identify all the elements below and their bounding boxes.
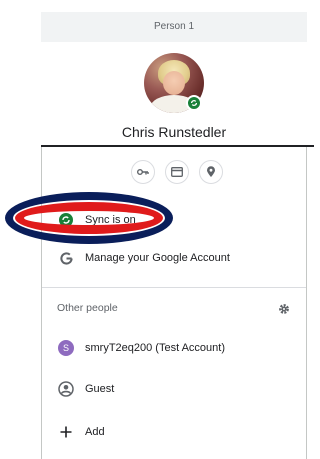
profile-menu: Sync is on Manage your Google Account Ot… bbox=[41, 147, 307, 459]
sync-label: Sync is on bbox=[85, 214, 136, 226]
guest-person-icon bbox=[57, 381, 75, 397]
manage-account-label: Manage your Google Account bbox=[85, 252, 230, 264]
gear-icon[interactable] bbox=[276, 301, 292, 317]
guest-label: Guest bbox=[85, 383, 115, 395]
account-avatar: S bbox=[57, 340, 75, 356]
sync-icon bbox=[57, 213, 75, 227]
sync-status-item[interactable]: Sync is on bbox=[42, 204, 306, 236]
add-person-item[interactable]: Add bbox=[42, 416, 306, 448]
key-icon[interactable] bbox=[131, 160, 155, 184]
account-item[interactable]: S smryT2eq200 (Test Account) bbox=[42, 332, 306, 364]
profile-header-label: Person 1 bbox=[41, 12, 307, 42]
avatar-face bbox=[163, 71, 185, 95]
location-pin-icon[interactable] bbox=[199, 160, 223, 184]
profile-name: Chris Runstedler bbox=[121, 124, 227, 140]
account-label: smryT2eq200 (Test Account) bbox=[85, 342, 226, 354]
account-initial: S bbox=[58, 340, 74, 356]
sync-badge-icon bbox=[186, 95, 202, 111]
credit-card-icon[interactable] bbox=[165, 160, 189, 184]
google-g-icon bbox=[57, 251, 75, 265]
plus-icon bbox=[57, 426, 75, 438]
quick-actions bbox=[127, 160, 227, 186]
guest-item[interactable]: Guest bbox=[42, 373, 306, 405]
profile-card: Person 1 Chris Runstedler bbox=[41, 0, 307, 147]
add-label: Add bbox=[85, 426, 105, 438]
other-people-label: Other people bbox=[57, 302, 118, 314]
manage-account-item[interactable]: Manage your Google Account bbox=[42, 242, 306, 274]
divider bbox=[42, 287, 306, 288]
